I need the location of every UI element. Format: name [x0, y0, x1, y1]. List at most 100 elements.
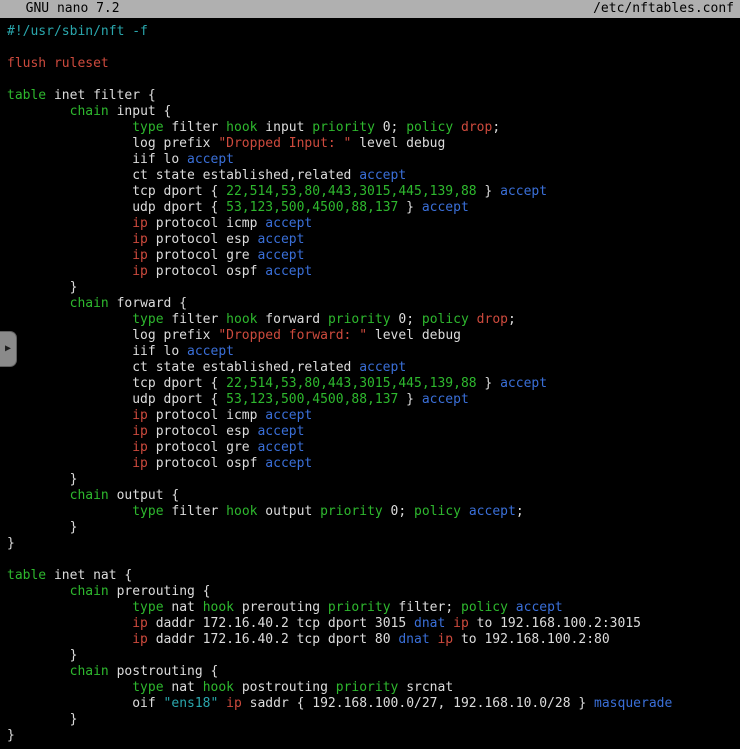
- code-token: "Dropped Input: ": [218, 136, 351, 151]
- code-line: ip protocol esp accept: [7, 424, 740, 440]
- code-token: prerouting: [234, 600, 328, 615]
- nano-titlebar: GNU nano 7.2 /etc/nftables.conf: [0, 0, 740, 18]
- code-token: accept: [422, 392, 469, 407]
- code-token: [7, 632, 132, 647]
- code-token: to 192.168.100.2:80: [453, 632, 610, 647]
- code-token: }: [7, 712, 77, 727]
- code-token: [7, 616, 132, 631]
- code-line: udp dport { 53,123,500,4500,88,137 } acc…: [7, 200, 740, 216]
- code-line: }: [7, 712, 740, 728]
- code-token: log prefix: [7, 136, 218, 151]
- code-token: filter: [164, 312, 227, 327]
- code-token: ip: [132, 248, 148, 263]
- code-token: accept: [257, 248, 304, 263]
- code-token: }: [7, 280, 77, 295]
- code-token: [508, 600, 516, 615]
- code-token: type: [132, 312, 163, 327]
- code-token: policy: [461, 600, 508, 615]
- code-token: priority: [336, 680, 399, 695]
- code-token: filter: [164, 504, 227, 519]
- code-token: ip: [132, 632, 148, 647]
- code-token: }: [7, 728, 15, 743]
- code-token: accept: [187, 344, 234, 359]
- code-line: }: [7, 648, 740, 664]
- code-line: }: [7, 472, 740, 488]
- code-token: type: [132, 504, 163, 519]
- code-token: [469, 312, 477, 327]
- editor-content[interactable]: #!/usr/sbin/nft -f flush ruleset table i…: [0, 18, 740, 744]
- code-token: chain: [70, 584, 109, 599]
- code-token: hook: [226, 504, 257, 519]
- code-token: nat: [164, 680, 203, 695]
- code-token: [7, 248, 132, 263]
- code-line: #!/usr/sbin/nft -f: [7, 24, 740, 40]
- code-token: }: [477, 184, 500, 199]
- code-token: input: [257, 120, 312, 135]
- code-line: oif "ens18" ip saddr { 192.168.100.0/27,…: [7, 696, 740, 712]
- code-token: }: [477, 376, 500, 391]
- code-token: drop: [477, 312, 508, 327]
- code-token: udp dport {: [7, 392, 226, 407]
- code-token: 0;: [391, 312, 422, 327]
- code-line: ip protocol icmp accept: [7, 408, 740, 424]
- code-line: [7, 72, 740, 88]
- code-line: chain prerouting {: [7, 584, 740, 600]
- code-token: accept: [187, 152, 234, 167]
- code-token: ;: [492, 120, 500, 135]
- code-token: prerouting {: [109, 584, 211, 599]
- code-token: forward: [257, 312, 327, 327]
- code-line: }: [7, 728, 740, 744]
- code-token: ip: [437, 632, 453, 647]
- code-token: [218, 696, 226, 711]
- code-token: accept: [265, 216, 312, 231]
- code-line: flush ruleset: [7, 56, 740, 72]
- code-token: ip: [132, 216, 148, 231]
- code-token: accept: [516, 600, 563, 615]
- code-token: log prefix: [7, 328, 218, 343]
- code-token: hook: [203, 600, 234, 615]
- code-token: inet nat {: [46, 568, 132, 583]
- code-line: ip protocol gre accept: [7, 440, 740, 456]
- code-token: 22,514,53,80,443,3015,445,139,88: [226, 376, 476, 391]
- code-token: iif lo: [7, 152, 187, 167]
- code-token: chain: [70, 296, 109, 311]
- code-token: tcp dport {: [7, 376, 226, 391]
- code-line: tcp dport { 22,514,53,80,443,3015,445,13…: [7, 184, 740, 200]
- code-line: iif lo accept: [7, 344, 740, 360]
- code-line: }: [7, 536, 740, 552]
- code-line: [7, 552, 740, 568]
- code-token: [7, 104, 70, 119]
- code-token: filter: [164, 120, 227, 135]
- code-token: ct state established,related: [7, 360, 359, 375]
- code-line: table inet nat {: [7, 568, 740, 584]
- code-token: accept: [469, 504, 516, 519]
- code-token: table: [7, 568, 46, 583]
- code-token: dnat: [414, 616, 445, 631]
- code-token: ip: [132, 456, 148, 471]
- code-token: }: [7, 472, 77, 487]
- code-token: output: [257, 504, 320, 519]
- code-line: ct state established,related accept: [7, 168, 740, 184]
- code-token: filter;: [391, 600, 461, 615]
- code-token: 22,514,53,80,443,3015,445,139,88: [226, 184, 476, 199]
- code-token: protocol ospf: [148, 264, 265, 279]
- code-token: [7, 664, 70, 679]
- code-token: srcnat: [398, 680, 453, 695]
- code-line: chain forward {: [7, 296, 740, 312]
- code-token: accept: [359, 360, 406, 375]
- code-token: policy: [406, 120, 453, 135]
- code-token: accept: [265, 264, 312, 279]
- code-token: [7, 600, 132, 615]
- code-line: type nat hook postrouting priority srcna…: [7, 680, 740, 696]
- code-token: [7, 408, 132, 423]
- code-token: oif: [7, 696, 164, 711]
- code-token: [7, 424, 132, 439]
- code-token: priority: [328, 600, 391, 615]
- code-token: iif lo: [7, 344, 187, 359]
- chevron-right-icon: ▶: [5, 344, 11, 354]
- code-token: hook: [226, 120, 257, 135]
- code-token: ip: [132, 440, 148, 455]
- code-token: saddr { 192.168.100.0/27, 192.168.10.0/2…: [242, 696, 594, 711]
- side-panel-toggle[interactable]: ▶: [0, 331, 17, 367]
- code-line: udp dport { 53,123,500,4500,88,137 } acc…: [7, 392, 740, 408]
